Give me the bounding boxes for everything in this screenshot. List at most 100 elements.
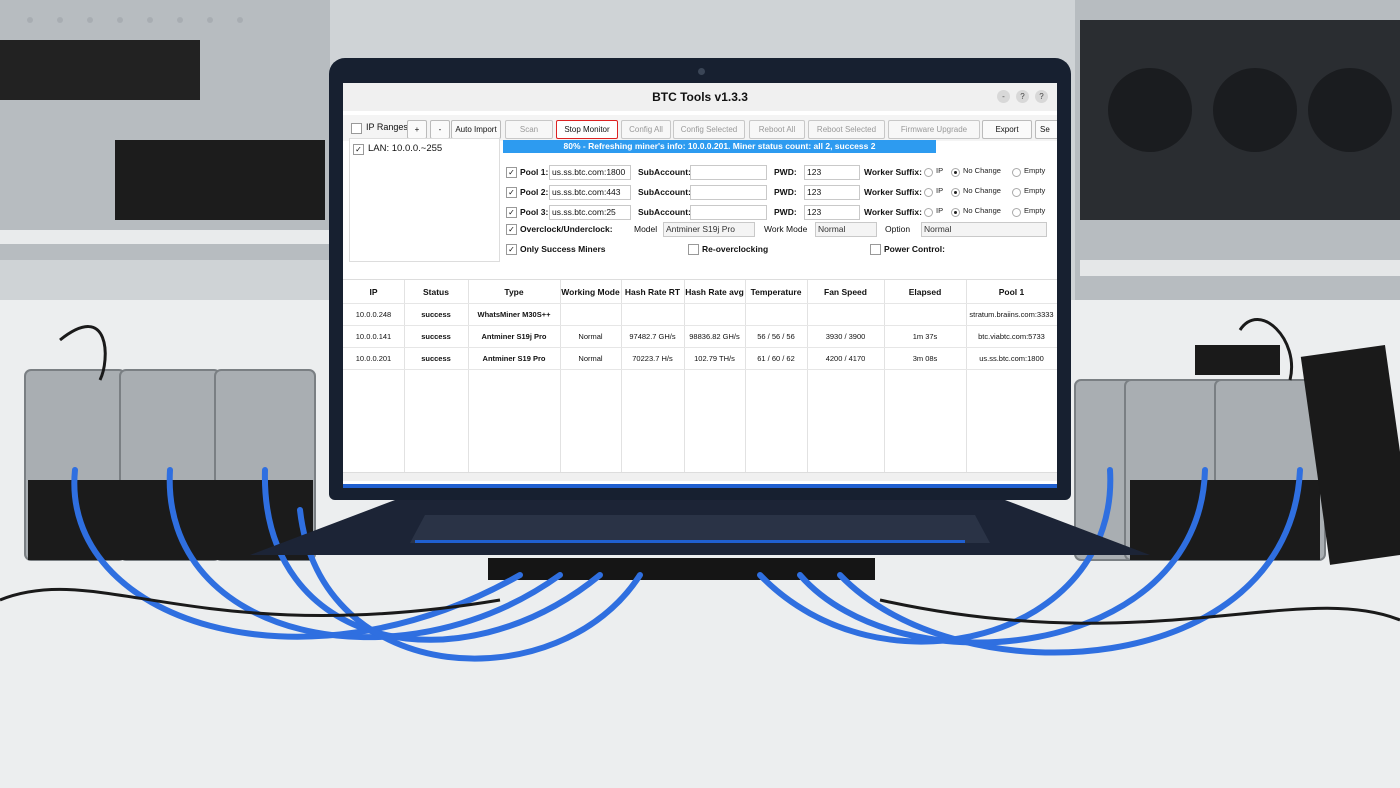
power-control-checkbox[interactable] — [870, 244, 881, 255]
work-mode-select[interactable]: Normal — [815, 222, 877, 237]
column-header[interactable]: Fan Speed — [807, 282, 884, 302]
pool-2-suffix-empty-label: Empty — [1024, 186, 1046, 195]
table-cell[interactable]: Normal — [560, 332, 621, 341]
pool-3-suffix-no-change-radio[interactable] — [951, 208, 960, 217]
table-cell[interactable]: 98836.82 GH/s — [684, 332, 745, 341]
table-cell[interactable]: us.ss.btc.com:1800 — [966, 354, 1057, 363]
re-overclocking-checkbox[interactable] — [688, 244, 699, 255]
table-cell[interactable]: 3m 08s — [884, 354, 966, 363]
table-cell[interactable]: success — [404, 332, 468, 341]
table-cell[interactable]: 4200 / 4170 — [807, 354, 884, 363]
about-button[interactable]: ? — [1035, 90, 1048, 103]
reboot-all-button[interactable]: Reboot All — [749, 120, 805, 139]
pool-3-subaccount-input[interactable] — [690, 205, 767, 220]
column-header[interactable]: Hash Rate RT — [621, 282, 684, 302]
pool-3-suffix-ip-radio[interactable] — [924, 208, 933, 217]
only-success-checkbox[interactable]: ✓ — [506, 244, 517, 255]
pool-1-subaccount-input[interactable] — [690, 165, 767, 180]
add-range-button[interactable]: + — [407, 120, 427, 139]
export-button[interactable]: Export — [982, 120, 1032, 139]
settings-button[interactable]: Se — [1035, 120, 1057, 139]
pool-2-label: Pool 2: — [520, 187, 549, 197]
table-cell[interactable]: WhatsMiner M30S++ — [468, 310, 560, 319]
stop-monitor-button[interactable]: Stop Monitor — [556, 120, 618, 139]
table-cell[interactable]: Antminer S19j Pro — [468, 332, 560, 341]
table-cell[interactable]: 70223.7 H/s — [621, 354, 684, 363]
pool-3-url-input[interactable]: us.ss.btc.com:25 — [549, 205, 631, 220]
table-cell[interactable]: 56 / 56 / 56 — [745, 332, 807, 341]
pool-2-subaccount-input[interactable] — [690, 185, 767, 200]
pool-1-pwd-input[interactable]: 123 — [804, 165, 860, 180]
column-header[interactable]: Working Mode — [560, 282, 621, 302]
column-divider — [468, 280, 469, 473]
minimize-button[interactable]: - — [997, 90, 1010, 103]
pool-2-suffix-empty-radio[interactable] — [1012, 188, 1021, 197]
auto-import-button[interactable]: Auto Import — [451, 120, 501, 139]
table-cell[interactable]: 3930 / 3900 — [807, 332, 884, 341]
table-cell[interactable]: Normal — [560, 354, 621, 363]
column-header[interactable]: Type — [468, 282, 560, 302]
pool-3-suffix-label: Worker Suffix: — [864, 207, 922, 217]
config-all-button[interactable]: Config All — [621, 120, 671, 139]
column-header[interactable]: Pool 1 — [966, 282, 1057, 302]
pool-1-subaccount-label: SubAccount: — [638, 167, 691, 177]
lan-range-label[interactable]: LAN: 10.0.0.~255 — [368, 143, 442, 154]
column-divider — [621, 280, 622, 473]
pool-2-suffix-no-change-radio[interactable] — [951, 188, 960, 197]
option-label: Option — [885, 224, 911, 234]
table-cell[interactable]: 10.0.0.141 — [343, 332, 404, 341]
remove-range-button[interactable]: - — [430, 120, 450, 139]
horizontal-scrollbar[interactable] — [343, 472, 1057, 481]
pool-1-suffix-no-change-radio[interactable] — [951, 168, 960, 177]
table-cell[interactable]: 1m 37s — [884, 332, 966, 341]
pool-2-pwd-input[interactable]: 123 — [804, 185, 860, 200]
config-selected-button[interactable]: Config Selected — [673, 120, 745, 139]
row-divider — [343, 369, 1057, 370]
column-header[interactable]: Hash Rate avg — [684, 282, 745, 302]
column-divider — [745, 280, 746, 473]
pool-1-suffix-ip-radio[interactable] — [924, 168, 933, 177]
table-cell[interactable]: success — [404, 354, 468, 363]
firmware-upgrade-button[interactable]: Firmware Upgrade — [888, 120, 980, 139]
column-divider — [560, 280, 561, 473]
overclock-checkbox[interactable]: ✓ — [506, 224, 517, 235]
pool-2-suffix-ip-radio[interactable] — [924, 188, 933, 197]
screen-bottom-accent — [343, 484, 1057, 488]
table-cell[interactable]: Antminer S19 Pro — [468, 354, 560, 363]
table-cell[interactable]: 61 / 60 / 62 — [745, 354, 807, 363]
reboot-selected-button[interactable]: Reboot Selected — [808, 120, 885, 139]
table-cell[interactable]: stratum.braiins.com:3333 — [966, 310, 1057, 319]
pool-2-url-input[interactable]: us.ss.btc.com:443 — [549, 185, 631, 200]
pool-1-checkbox[interactable]: ✓ — [506, 167, 517, 178]
table-cell[interactable]: 10.0.0.201 — [343, 354, 404, 363]
pool-2-suffix-ip-label: IP — [936, 186, 944, 195]
column-header[interactable]: Temperature — [745, 282, 807, 302]
table-cell[interactable]: 10.0.0.248 — [343, 310, 404, 319]
table-cell[interactable]: 97482.7 GH/s — [621, 332, 684, 341]
ip-ranges-label: IP Ranges — [366, 122, 408, 132]
pool-3-suffix-no-change-label: No Change — [963, 206, 1001, 215]
only-success-label: Only Success Miners — [520, 244, 606, 254]
pool-1-url-input[interactable]: us.ss.btc.com:1800 — [549, 165, 631, 180]
lan-range-checkbox[interactable]: ✓ — [353, 144, 364, 155]
pool-2-checkbox[interactable]: ✓ — [506, 187, 517, 198]
column-header[interactable]: Status — [404, 282, 468, 302]
model-select[interactable]: Antminer S19j Pro — [663, 222, 755, 237]
column-header[interactable]: IP — [343, 282, 404, 302]
pool-3-suffix-empty-radio[interactable] — [1012, 208, 1021, 217]
pool-3-pwd-input[interactable]: 123 — [804, 205, 860, 220]
pool-1-label: Pool 1: — [520, 167, 549, 177]
scan-button[interactable]: Scan — [505, 120, 553, 139]
help-button[interactable]: ? — [1016, 90, 1029, 103]
pool-1-suffix-empty-radio[interactable] — [1012, 168, 1021, 177]
column-divider — [404, 280, 405, 473]
table-cell[interactable]: btc.viabtc.com:5733 — [966, 332, 1057, 341]
table-cell[interactable]: 102.79 TH/s — [684, 354, 745, 363]
pool-1-suffix-label: Worker Suffix: — [864, 167, 922, 177]
pool-3-checkbox[interactable]: ✓ — [506, 207, 517, 218]
ip-ranges-checkbox[interactable] — [351, 123, 362, 134]
option-select[interactable]: Normal — [921, 222, 1047, 237]
table-cell[interactable]: success — [404, 310, 468, 319]
miner-table: IP Status Type Working Mode Hash Rate RT Hash… — [343, 279, 1057, 476]
column-header[interactable]: Elapsed — [884, 282, 966, 302]
